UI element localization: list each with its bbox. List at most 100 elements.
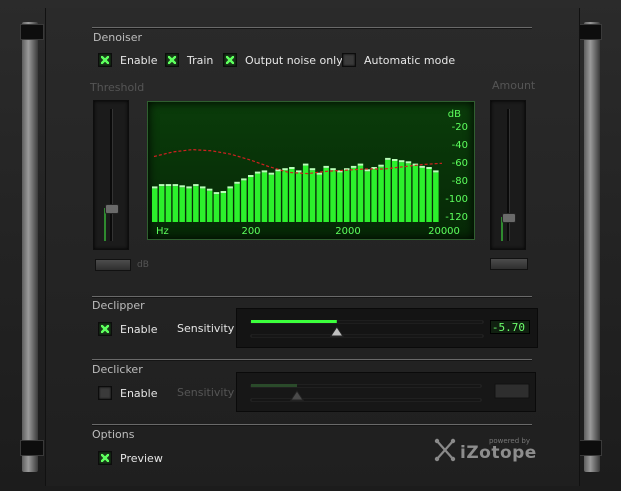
spectrum-bar [186, 188, 192, 222]
threshold-slider[interactable] [93, 100, 129, 250]
declicker-enable-label: Enable [120, 386, 158, 400]
amount-value-box[interactable] [490, 258, 528, 270]
rail-cap-top-right [578, 24, 602, 40]
spectrum-bar [433, 172, 439, 222]
spectrum-bar [165, 186, 172, 222]
amount-label: Amount [492, 79, 536, 92]
declicker-enable-checkbox[interactable]: Enable [98, 386, 157, 400]
checkbox-box[interactable] [98, 386, 112, 400]
izotope-logo: powered by iZotope [433, 437, 536, 463]
threshold-unit: dB [137, 260, 149, 270]
slider-knob[interactable] [290, 390, 304, 401]
spectrum-bar [193, 186, 199, 222]
spectrum-bar-peak [405, 161, 412, 164]
spectrum-bar-peak [186, 186, 192, 189]
checkbox-box[interactable] [342, 53, 356, 67]
slider-knob[interactable] [329, 326, 344, 337]
declipper-enable-checkbox[interactable]: Enable [98, 322, 157, 336]
spectrum-bar [323, 167, 329, 222]
spectrum-bar [405, 163, 412, 222]
spectrum-bar [419, 167, 425, 222]
rail-cap-bottom-right [578, 440, 602, 456]
spectrum-bar-peak [268, 172, 275, 175]
declicker-sensitivity-slider[interactable] [236, 372, 536, 412]
spectrum-bar [241, 180, 247, 222]
denoiser-divider [92, 27, 532, 28]
declicker-value-box[interactable] [494, 383, 530, 399]
spectrum-bar-peak [179, 185, 185, 188]
spectrum-graph: dB -20 -40 -60 -80 -100 -120 Hz 200 2000 20000 [152, 109, 468, 237]
spectrum-bar-peak [152, 186, 158, 189]
checkbox-box[interactable] [98, 451, 112, 465]
spectrum-bar [268, 174, 275, 222]
noise-profile-curve [153, 148, 443, 175]
denoiser-output-noise-only-checkbox[interactable]: Output noise only [223, 53, 343, 67]
threshold-value-box[interactable] [95, 259, 131, 271]
denoiser-automatic-mode-checkbox[interactable]: Automatic mode [342, 53, 455, 67]
amount-slider[interactable] [490, 100, 526, 250]
threshold-slider-knob[interactable] [105, 204, 119, 214]
threshold-slider-track [110, 109, 113, 241]
spectrum-bar-peak [227, 186, 233, 189]
declicker-sensitivity-label: Sensitivity [177, 386, 235, 399]
spectrum-bar [200, 188, 206, 222]
spectrum-bar-peak [282, 168, 288, 171]
freq-tick-label: 20000 [428, 226, 460, 237]
spectrum-bar-peak [419, 165, 425, 168]
slider-fill [251, 384, 297, 387]
spectrum-bar-peak [357, 163, 364, 166]
declipper-sensitivity-readout[interactable]: -5.70 [490, 320, 530, 334]
freq-tick-label: 2000 [335, 226, 360, 237]
declicker-divider [92, 359, 532, 360]
spectrum-bar [412, 165, 419, 222]
denoiser-train-label: Train [187, 53, 214, 67]
spectrum-bar [248, 177, 254, 222]
spectrum-bar-peak [385, 157, 391, 160]
denoiser-title: Denoiser [93, 31, 143, 44]
db-tick-label: -20 [452, 122, 468, 133]
spectrum-bar [261, 172, 268, 222]
spectrum-bar-peak [200, 186, 206, 189]
preview-checkbox[interactable]: Preview [98, 451, 163, 465]
spectrum-bar-peak [234, 181, 240, 184]
spectrum-bar-peak [254, 171, 261, 174]
right-rack-rail [584, 22, 600, 472]
spectrum-bar-peak [248, 175, 254, 177]
options-divider [92, 424, 532, 425]
spectrum-bar [357, 165, 364, 222]
checkbox-box[interactable] [98, 53, 112, 67]
checkbox-box[interactable] [223, 53, 237, 67]
slider-track-bottom [250, 334, 484, 338]
spectrum-bar [234, 183, 240, 222]
declipper-sensitivity-label: Sensitivity [177, 322, 235, 335]
spectrum-bar-peak [213, 192, 220, 195]
spectrum-bar-peak [193, 184, 199, 187]
amount-slider-knob[interactable] [502, 213, 516, 224]
spectrum-bar [337, 172, 343, 222]
spectrum-bar [254, 173, 261, 222]
spectrum-bar-peak [350, 165, 357, 168]
izotope-wordmark: iZotope [460, 443, 537, 463]
spectrum-bar [296, 172, 302, 222]
db-tick-label: -80 [452, 176, 468, 187]
preview-label: Preview [120, 451, 163, 465]
spectrum-bar [152, 188, 158, 222]
checkbox-box[interactable] [98, 322, 112, 336]
spectrum-bar-peak [241, 178, 247, 181]
denoiser-enable-checkbox[interactable]: Enable [98, 53, 157, 67]
noise-spectrum-display: dB -20 -40 -60 -80 -100 -120 Hz 200 2000 20000 [147, 101, 475, 240]
slider-fill [251, 320, 337, 323]
spectrum-bar-peak [323, 165, 329, 168]
denoiser-enable-label: Enable [120, 53, 158, 67]
spectrum-bar [392, 161, 398, 222]
declicker-title: Declicker [92, 363, 143, 376]
spectrum-bar [220, 193, 227, 222]
left-rack-rail [22, 22, 38, 472]
declipper-enable-label: Enable [120, 322, 158, 336]
spectrum-bar [172, 186, 179, 222]
threshold-label: Threshold [90, 81, 145, 94]
spectrum-bar [282, 170, 288, 222]
spectrum-bar [371, 169, 377, 222]
denoiser-train-checkbox[interactable]: Train [165, 53, 213, 67]
checkbox-box[interactable] [165, 53, 179, 67]
